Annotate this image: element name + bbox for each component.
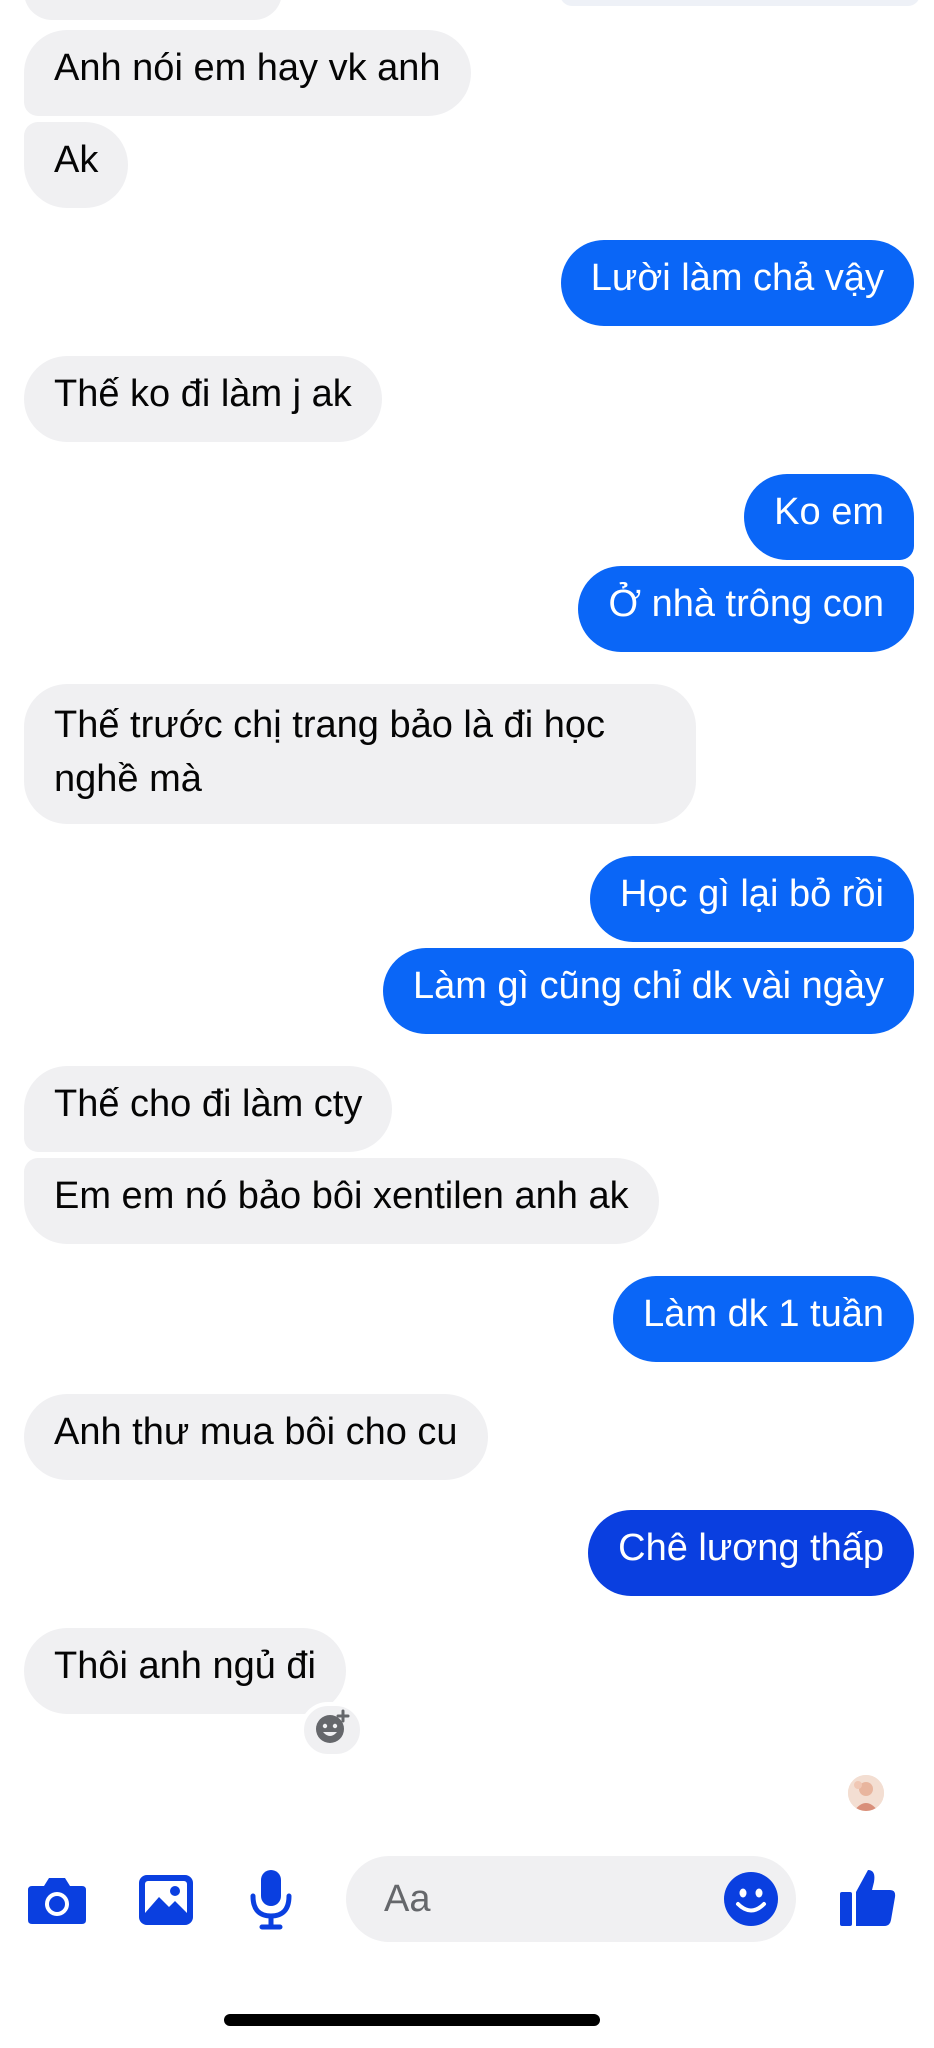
message-bubble-incoming[interactable]: Em em nó bảo bôi xentilen anh ak [24, 1158, 659, 1244]
message-bubble-outgoing[interactable]: Ko em [744, 474, 914, 560]
microphone-icon [248, 1868, 294, 1935]
thumbs-up-icon [838, 1866, 898, 1933]
add-reaction-icon [313, 1709, 351, 1752]
seen-avatar [846, 1773, 886, 1813]
camera-button[interactable] [26, 1874, 88, 1930]
camera-icon [26, 1874, 88, 1931]
message-bubble-outgoing[interactable]: Chê lương thấp [588, 1510, 914, 1596]
voice-message-button[interactable] [246, 1868, 296, 1934]
home-indicator [224, 2014, 600, 2026]
message-bubble-incoming[interactable]: Ak [24, 122, 129, 208]
message-bubble-outgoing[interactable]: Làm gì cũng chỉ dk vài ngày [382, 948, 914, 1034]
message-bubble-incoming[interactable]: Thế cho đi làm cty [24, 1066, 393, 1152]
previous-message-bubble [24, 0, 282, 20]
message-bubble-outgoing[interactable]: Học gì lại bỏ rồi [589, 856, 914, 942]
message-input[interactable] [382, 1876, 760, 1922]
message-bubble-incoming[interactable]: Anh thư mua bôi cho cu [24, 1394, 488, 1480]
add-reaction-button[interactable] [300, 1702, 364, 1758]
emoji-icon [723, 1871, 779, 1932]
message-bubble-outgoing[interactable]: Làm dk 1 tuần [613, 1276, 914, 1362]
message-bubble-outgoing[interactable]: Lười làm chả vậy [560, 240, 914, 326]
message-bubble-incoming[interactable]: Thôi anh ngủ đi [24, 1628, 346, 1714]
message-bubble-incoming[interactable]: Anh nói em hay vk anh [24, 30, 471, 116]
header-shadow [560, 0, 920, 6]
emoji-button[interactable] [722, 1871, 780, 1932]
like-button[interactable] [836, 1866, 900, 1932]
image-icon [137, 1873, 195, 1932]
message-bubble-incoming[interactable]: Thế trước chị trang bảo là đi học nghề m… [24, 684, 696, 824]
message-bubble-incoming[interactable]: Thế ko đi làm j ak [24, 356, 382, 442]
gallery-button[interactable] [136, 1874, 196, 1930]
message-bubble-outgoing[interactable]: Ở nhà trông con [578, 566, 914, 652]
